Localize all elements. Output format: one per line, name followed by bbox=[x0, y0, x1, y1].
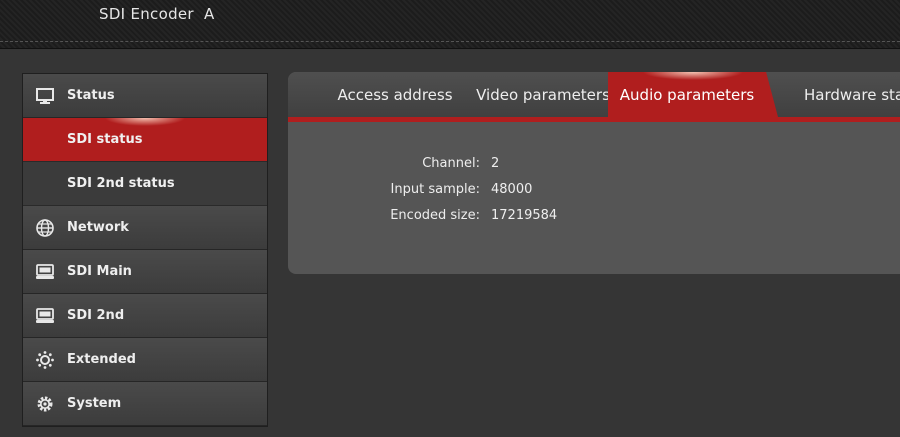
sidebar-item-label: Extended bbox=[67, 352, 136, 367]
device-icon bbox=[34, 306, 56, 326]
sidebar-item-system[interactable]: System bbox=[23, 382, 267, 426]
sidebar-item-sdi-2nd[interactable]: SDI 2nd bbox=[23, 294, 267, 338]
top-bar: SDI Encoder A bbox=[0, 0, 900, 49]
tab-video-parameters[interactable]: Video parameters bbox=[454, 72, 632, 117]
field-value: 2 bbox=[491, 156, 500, 171]
tab-bar: Access address Video parameters Audio pa… bbox=[288, 72, 900, 122]
field-label: Input sample: bbox=[390, 182, 480, 197]
globe-icon bbox=[34, 218, 56, 238]
sidebar-item-status[interactable]: Status bbox=[23, 74, 267, 118]
sidebar-item-extended[interactable]: Extended bbox=[23, 338, 267, 382]
tab-label: Hardware stat bbox=[804, 85, 900, 104]
sidebar-item-sdi-main[interactable]: SDI Main bbox=[23, 250, 267, 294]
tab-audio-parameters[interactable]: Audio parameters bbox=[608, 72, 778, 117]
sidebar-item-label: SDI 2nd status bbox=[67, 176, 175, 191]
sidebar-item-sdi-status[interactable]: SDI status bbox=[23, 118, 267, 162]
header-divider bbox=[0, 41, 900, 42]
sidebar-item-label: System bbox=[67, 396, 122, 411]
sidebar-item-label: SDI 2nd bbox=[67, 308, 125, 323]
sidebar-item-network[interactable]: Network bbox=[23, 206, 267, 250]
field-label: Encoded size: bbox=[390, 208, 480, 223]
sidebar: Status SDI status SDI 2nd status Network bbox=[22, 73, 268, 427]
sidebar-item-sdi-2nd-status[interactable]: SDI 2nd status bbox=[23, 162, 267, 206]
device-icon bbox=[34, 262, 56, 282]
tab-label: Access address bbox=[337, 85, 453, 104]
settings-dots-icon bbox=[34, 350, 56, 370]
content-panel: Access address Video parameters Audio pa… bbox=[288, 72, 900, 274]
field-value: 48000 bbox=[491, 182, 533, 197]
sidebar-item-label: Network bbox=[67, 220, 129, 235]
tab-hardware-status[interactable]: Hardware stat bbox=[804, 72, 900, 117]
sidebar-item-label: SDI Main bbox=[67, 264, 132, 279]
gear-icon bbox=[34, 394, 56, 414]
field-label: Channel: bbox=[422, 156, 480, 171]
sidebar-item-label: Status bbox=[67, 88, 115, 103]
sidebar-item-label: SDI status bbox=[67, 132, 143, 147]
monitor-icon bbox=[34, 86, 56, 106]
app-title: SDI Encoder A bbox=[99, 5, 215, 23]
field-value: 17219584 bbox=[491, 208, 558, 223]
tab-label: Audio parameters bbox=[619, 85, 755, 104]
tab-label: Video parameters bbox=[476, 85, 610, 104]
